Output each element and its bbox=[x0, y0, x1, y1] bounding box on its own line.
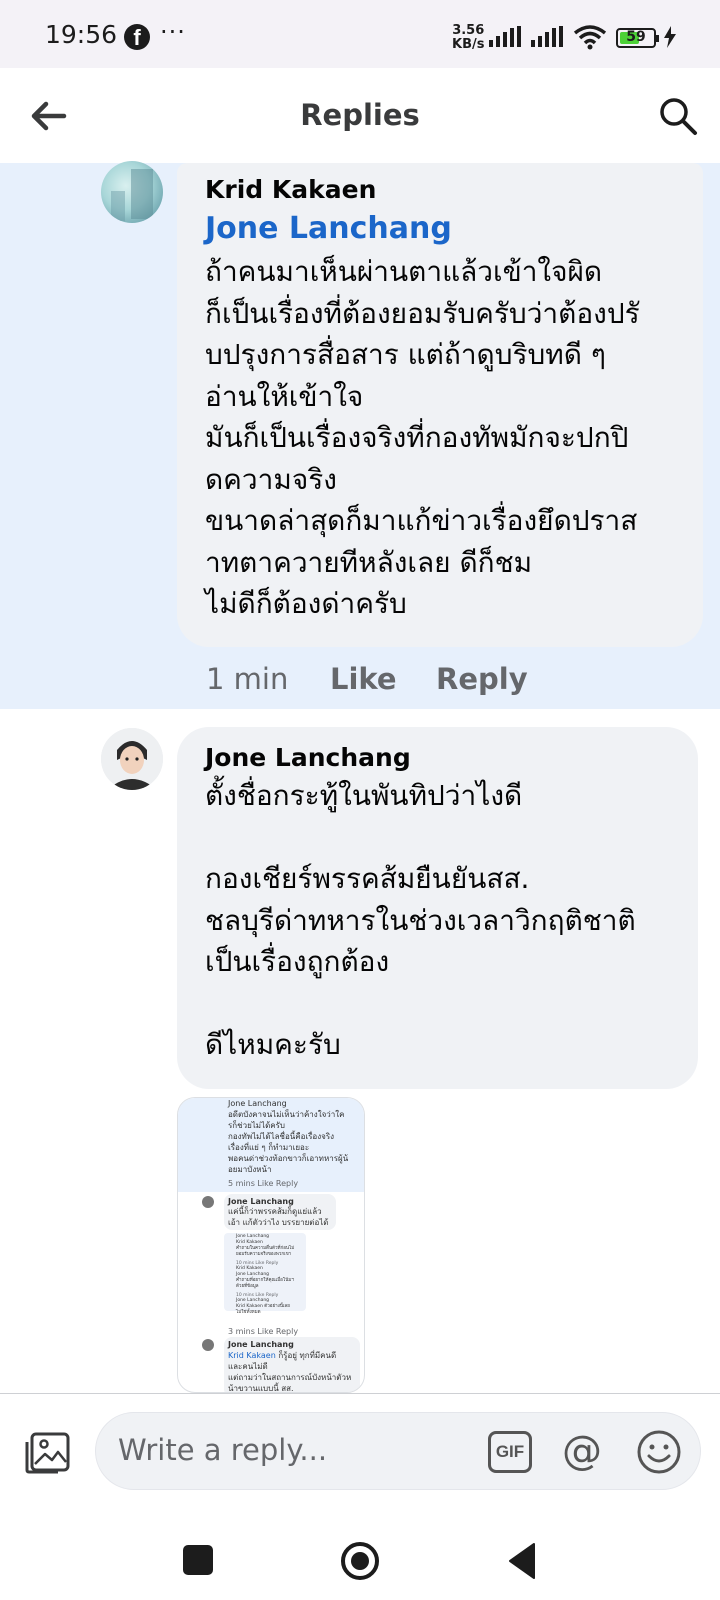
triangle-back-icon[interactable] bbox=[506, 1541, 538, 1581]
compose-bar: Write a reply... GIF @ bbox=[0, 1393, 720, 1504]
avatar bbox=[202, 1196, 214, 1208]
reply-button[interactable]: Reply bbox=[436, 662, 528, 696]
header: Replies bbox=[0, 68, 720, 164]
attachment-meta: 3 mins Like Reply bbox=[228, 1327, 299, 1336]
mention-button[interactable]: @ bbox=[562, 1427, 602, 1475]
network-speed: 3.56 KB/s bbox=[452, 24, 484, 52]
page-title: Replies bbox=[300, 98, 420, 132]
comment-mention[interactable]: Jone Lanchang bbox=[205, 211, 452, 246]
comment-text: ถ้าคนมาเห็นผ่านตาแล้วเข้าใจผิด ก็เป็นเรื… bbox=[205, 255, 640, 620]
like-button[interactable]: Like bbox=[330, 662, 397, 696]
attachment-nested: Jone Lanchang Krid Kakaen ตัวอย่างนี้เลย… bbox=[236, 1298, 290, 1315]
search-icon[interactable] bbox=[658, 96, 698, 136]
status-time: 19:56 bbox=[45, 20, 118, 49]
attachment-nested: Jone Lanchang Krid Kakaen คำถามในความตื่… bbox=[236, 1234, 295, 1257]
attachment-nested: Krid Kakaen Jone Lanchang คำถามที่อยากให… bbox=[236, 1266, 294, 1289]
charging-icon bbox=[664, 26, 676, 48]
reply-input[interactable]: Write a reply... GIF @ bbox=[95, 1412, 701, 1490]
comment-attachment-image[interactable]: Jone Lanchang อดีตบังคาจนไม่เห็นว่าค้างใ… bbox=[177, 1097, 365, 1393]
signal-icon-2 bbox=[531, 26, 563, 47]
network-speed-unit: KB/s bbox=[452, 37, 485, 52]
reply-placeholder: Write a reply... bbox=[118, 1433, 328, 1467]
avatar[interactable] bbox=[101, 161, 163, 223]
network-speed-value: 3.56 bbox=[452, 23, 485, 38]
comment-bubble: Jone Lanchang ตั้งชื่อกระทู้ในพันทิปว่าไ… bbox=[177, 727, 698, 1089]
status-bar: 19:56 f ··· 3.56 KB/s 59 bbox=[0, 0, 720, 68]
attachment-text: Jone Lanchang อดีตบังคาจนไม่เห็นว่าค้างใ… bbox=[228, 1099, 349, 1174]
signal-icon bbox=[489, 26, 521, 47]
attachment-meta: 5 mins Like Reply bbox=[228, 1179, 299, 1188]
home-circle-icon[interactable] bbox=[340, 1541, 380, 1581]
square-icon[interactable] bbox=[183, 1545, 213, 1575]
emoji-icon[interactable] bbox=[636, 1429, 682, 1475]
battery-level: 59 bbox=[626, 29, 646, 45]
attachment-text: แค่นี้ก็ว่าพรรคส้มก็ดูแย่แล้ว เอ้า แก้ตั… bbox=[228, 1207, 329, 1227]
gif-button[interactable]: GIF bbox=[488, 1431, 532, 1473]
status-more: ··· bbox=[160, 18, 186, 46]
comment-time: 1 min bbox=[206, 662, 289, 696]
avatar-image bbox=[111, 169, 153, 221]
avatar bbox=[202, 1339, 214, 1351]
comment-author[interactable]: Jone Lanchang bbox=[205, 743, 411, 772]
avatar[interactable] bbox=[101, 728, 163, 790]
photo-icon[interactable] bbox=[24, 1428, 72, 1474]
attachment-text: Krid Kakaen ก็รู้อยู่ ทุกที่มีคนดี และคน… bbox=[228, 1351, 352, 1393]
wifi-icon bbox=[573, 25, 607, 50]
system-nav-bar bbox=[0, 1503, 720, 1600]
facebook-icon: f bbox=[124, 24, 150, 50]
attachment-mention: Krid Kakaen bbox=[228, 1351, 276, 1360]
attachment-author: Jone Lanchang bbox=[228, 1340, 294, 1349]
battery-icon: 59 bbox=[616, 28, 659, 48]
avatar-image bbox=[101, 728, 163, 790]
comment-author[interactable]: Krid Kakaen bbox=[205, 175, 376, 204]
comment-bubble: Krid Kakaen Jone Lanchang ถ้าคนมาเห็นผ่า… bbox=[177, 163, 703, 647]
comment-text: ตั้งชื่อกระทู้ในพันทิปว่าไงดี กองเชียร์พ… bbox=[205, 779, 636, 1061]
